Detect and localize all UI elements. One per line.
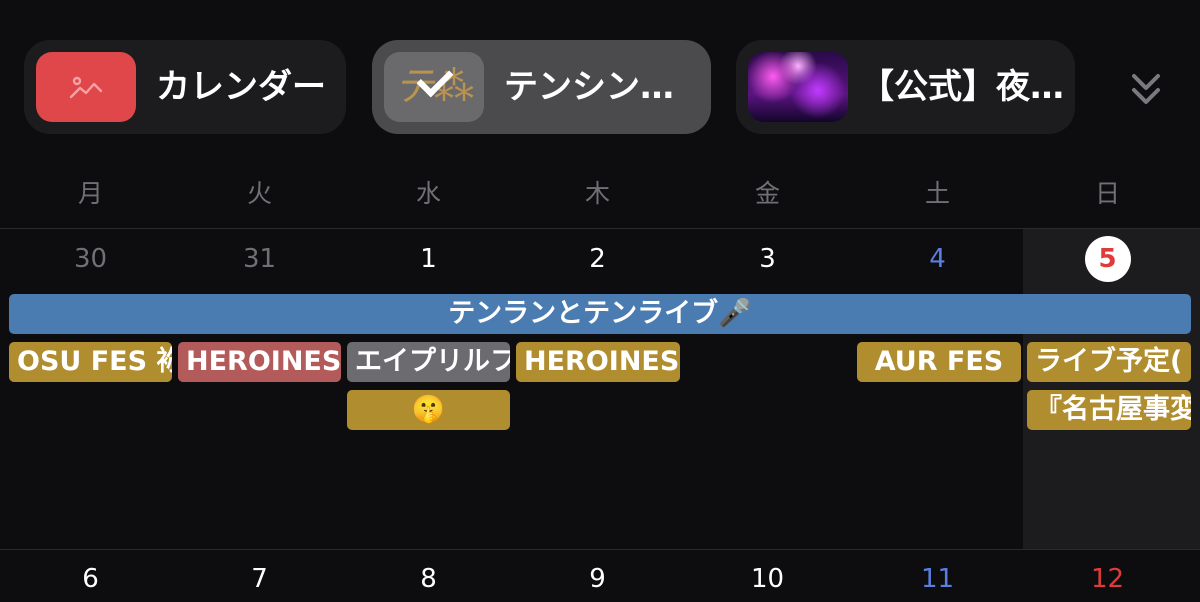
weekday-label: 水 — [415, 179, 441, 208]
event-nagoya-jihen[interactable]: 『名古屋事変 — [1027, 390, 1191, 430]
day-cell[interactable]: 7 — [175, 556, 344, 602]
weekday-label: 土 — [924, 179, 950, 208]
calendar-chip-calendar[interactable]: カレンダー — [24, 40, 346, 134]
event-live-schedule[interactable]: ライブ予定( — [1027, 342, 1191, 382]
day-cell[interactable]: 30 — [6, 236, 175, 282]
day-cell-sunday[interactable]: 12 — [1023, 556, 1192, 602]
week-divider — [0, 549, 1200, 550]
day-cell[interactable]: 1 — [344, 236, 513, 282]
calendar-selector-bar: カレンダー テ⁂ テンシン… 【公式】夜… — [0, 0, 1200, 150]
day-cell[interactable]: 31 — [175, 236, 344, 282]
chevron-double-down-icon[interactable] — [1130, 70, 1162, 106]
event-heroines-thu[interactable]: HEROINES — [516, 342, 680, 382]
weekday-label: 月 — [77, 179, 103, 208]
event-osu-fes[interactable]: OSU FES 袮 — [9, 342, 172, 382]
day-cell-saturday[interactable]: 11 — [853, 556, 1022, 602]
weekday-label: 日 — [1094, 179, 1120, 208]
calendar-chip-label: カレンダー — [156, 67, 326, 107]
calendar-chip-label: 【公式】夜… — [860, 67, 1064, 107]
event-heroines-tue[interactable]: HEROINES — [178, 342, 341, 382]
event-span-tenran[interactable]: テンランとテンライブ🎤 — [9, 294, 1191, 334]
calendar-chip-official[interactable]: 【公式】夜… — [736, 40, 1075, 134]
week-divider — [0, 228, 1200, 229]
event-april-fool[interactable]: エイプリルフ — [347, 342, 510, 382]
today-badge: 5 — [1084, 236, 1131, 282]
image-placeholder-icon — [69, 76, 103, 99]
calendar-chip-tenshin[interactable]: テ⁂ テンシン… — [372, 40, 711, 134]
day-cell[interactable]: 8 — [344, 556, 513, 602]
weekday-label: 木 — [584, 179, 610, 208]
event-aur-fes[interactable]: AUR FES — [857, 342, 1021, 382]
calendar-chip-label: テンシン… — [504, 67, 674, 107]
day-cell[interactable]: 6 — [6, 556, 175, 602]
weekday-label: 火 — [246, 179, 272, 208]
weekday-header: 月 火 水 木 金 土 日 — [0, 170, 1200, 218]
day-cell-today[interactable]: 5 — [1023, 236, 1192, 282]
day-cell[interactable]: 9 — [513, 556, 682, 602]
day-cell[interactable]: 2 — [513, 236, 682, 282]
event-secret[interactable]: 🤫 — [347, 390, 510, 430]
day-cell[interactable]: 3 — [683, 236, 852, 282]
calendar-thumbnail: テ⁂ — [384, 52, 484, 122]
album-art-thumbnail — [748, 52, 848, 122]
calendar-color-swatch — [36, 52, 136, 122]
day-cell[interactable]: 10 — [683, 556, 852, 602]
weekday-label: 金 — [754, 179, 780, 208]
day-cell-saturday[interactable]: 4 — [853, 236, 1022, 282]
